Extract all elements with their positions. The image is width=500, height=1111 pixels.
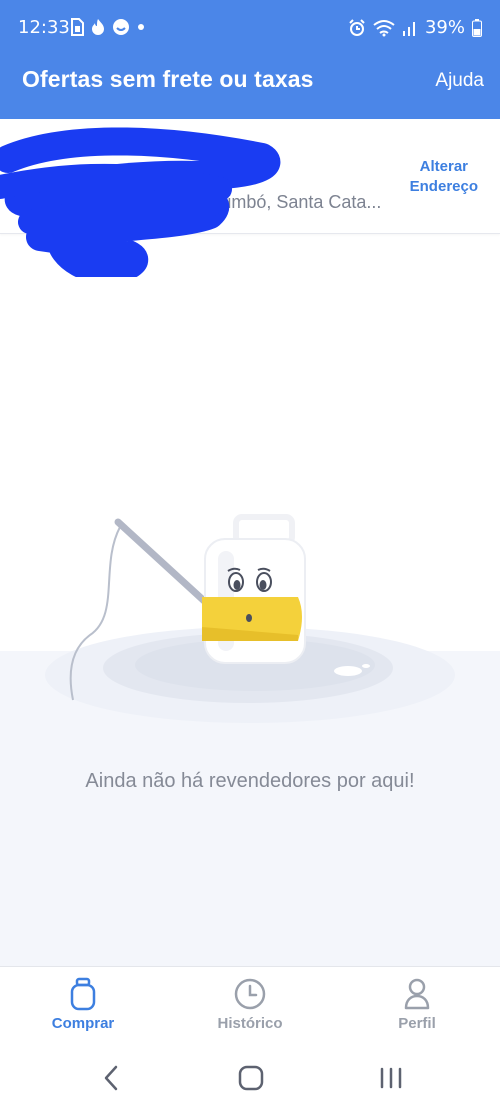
page-title: Ofertas sem frete ou taxas [22, 66, 314, 92]
smiley-icon [113, 19, 129, 35]
bottom-nav: Comprar Histórico Perfil [0, 966, 500, 1048]
app-bar: Ofertas sem frete ou taxas Ajuda [0, 42, 500, 119]
help-link[interactable]: Ajuda [435, 70, 484, 92]
battery-icon [472, 18, 482, 37]
home-icon[interactable] [238, 1064, 264, 1092]
nav-label-historico: Histórico [217, 1015, 283, 1032]
redaction-scribble [0, 127, 281, 277]
fishing-gas-cylinder-illustration [45, 514, 455, 723]
wifi-icon [373, 19, 395, 36]
alarm-icon [349, 18, 365, 36]
gas-cylinder-icon [70, 977, 96, 1011]
status-bar: 12:33 39% [0, 0, 500, 42]
sim-card-icon [71, 18, 84, 36]
nav-label-comprar: Comprar [51, 1015, 115, 1032]
empty-state-message: Ainda não há revendedores por aqui! [85, 770, 415, 792]
system-icons: 39% [348, 17, 482, 38]
back-icon[interactable] [100, 1064, 122, 1092]
person-icon [404, 978, 430, 1010]
change-address-line2: Endereço [409, 178, 478, 195]
address-bar: Timbó, Santa Cata... Alterar Endereço [0, 119, 500, 277]
nav-item-historico[interactable]: Histórico [190, 977, 310, 1032]
recent-apps-icon[interactable] [378, 1064, 404, 1092]
fire-icon [92, 19, 104, 35]
status-time: 12:33 [18, 17, 70, 38]
nav-label-perfil: Perfil [398, 1015, 436, 1032]
battery-percent: 39% [424, 17, 465, 38]
change-address-line1: Alterar [419, 158, 468, 175]
clock-icon [234, 978, 266, 1010]
signal-icon [402, 21, 415, 36]
system-nav-bar [0, 1048, 500, 1111]
dot-icon [138, 24, 144, 30]
change-address-button[interactable]: Alterar Endereço [410, 157, 478, 197]
notification-icons [70, 18, 145, 36]
nav-item-comprar[interactable]: Comprar [23, 977, 143, 1032]
nav-item-perfil[interactable]: Perfil [357, 977, 477, 1032]
